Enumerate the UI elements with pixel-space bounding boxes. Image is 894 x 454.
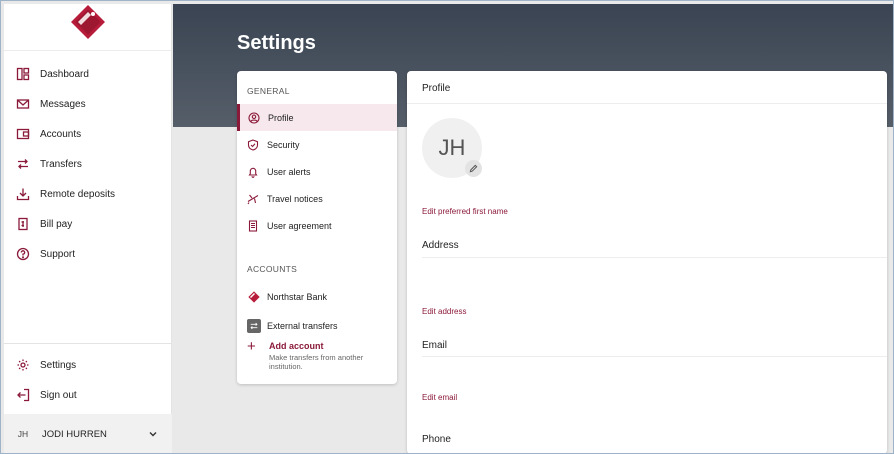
nav-label: Dashboard: [40, 68, 89, 80]
sign-out-icon: [16, 388, 30, 402]
settings-item-label: External transfers: [267, 320, 338, 331]
airplane-icon: [247, 193, 259, 205]
nav-label: Accounts: [40, 128, 82, 140]
mail-icon: [16, 97, 30, 111]
avatar: JH: [12, 423, 34, 445]
nav-label: Bill pay: [40, 218, 73, 230]
settings-item-label: Northstar Bank: [267, 291, 328, 302]
user-name: JODI HURREN: [42, 428, 107, 440]
transfer-arrows-icon: [16, 157, 30, 171]
page-title: Settings: [237, 32, 316, 54]
bank-logo[interactable]: [68, 4, 108, 44]
nav-remote-deposits[interactable]: Remote deposits: [4, 179, 171, 209]
edit-first-name-link[interactable]: Edit preferred first name: [422, 207, 508, 216]
nav-support[interactable]: Support: [4, 239, 171, 269]
nav-label: Settings: [40, 359, 77, 371]
settings-item-label: Profile: [268, 112, 294, 123]
nav-label: Transfers: [40, 158, 82, 170]
section-label-general: GENERAL: [247, 86, 290, 96]
email-title: Email: [422, 340, 448, 351]
divider: [422, 356, 887, 357]
profile-card: Profile JH Edit preferred first name Add…: [407, 71, 887, 454]
settings-item-external-transfers[interactable]: External transfers: [237, 312, 397, 339]
edit-address-link[interactable]: Edit address: [422, 307, 466, 316]
download-icon: [16, 187, 30, 201]
add-account-label: Add account: [269, 341, 324, 351]
phone-title: Phone: [422, 434, 451, 445]
nav-messages[interactable]: Messages: [4, 89, 171, 119]
edit-email-link[interactable]: Edit email: [422, 393, 457, 402]
bell-icon: [247, 166, 259, 178]
help-icon: [16, 247, 30, 261]
nav-dashboard[interactable]: Dashboard: [4, 59, 171, 89]
settings-item-label: Travel notices: [267, 193, 323, 204]
external-transfer-icon: [247, 318, 261, 333]
settings-item-security[interactable]: Security: [237, 131, 397, 158]
bank-logo-icon: [247, 290, 261, 304]
address-title: Address: [422, 240, 459, 251]
plus-icon: +: [247, 338, 256, 355]
nav-accounts[interactable]: Accounts: [4, 119, 171, 149]
sidebar: Dashboard Messages Accounts Transfers Re…: [4, 4, 172, 454]
bill-icon: [16, 217, 30, 231]
settings-item-northstar-bank[interactable]: Northstar Bank: [237, 283, 397, 310]
profile-header: Profile: [407, 71, 887, 104]
settings-item-profile[interactable]: Profile: [237, 104, 397, 131]
user-menu[interactable]: JH JODI HURREN: [4, 414, 172, 454]
wallet-icon: [16, 127, 30, 141]
sidebar-bottom: Settings Sign out JH JODI HURREN: [4, 343, 172, 454]
nav-label: Support: [40, 248, 76, 260]
edit-avatar-button[interactable]: [465, 160, 482, 177]
dashboard-icon: [16, 67, 30, 81]
chevron-down-icon: [149, 432, 157, 437]
nav-label: Sign out: [40, 389, 77, 401]
add-account-button[interactable]: + Add account Make transfers from anothe…: [237, 338, 397, 371]
nav-bill-pay[interactable]: Bill pay: [4, 209, 171, 239]
shield-icon: [247, 138, 259, 151]
section-label-accounts: ACCOUNTS: [247, 264, 298, 274]
user-circle-icon: [248, 111, 260, 124]
pencil-icon: [469, 164, 478, 173]
settings-item-travel-notices[interactable]: Travel notices: [237, 185, 397, 212]
nav-settings[interactable]: Settings: [4, 350, 172, 380]
nav-sign-out[interactable]: Sign out: [4, 380, 172, 410]
settings-item-label: User agreement: [267, 220, 332, 231]
logo-area: [4, 4, 171, 50]
add-account-description: Make transfers from another institution.: [269, 353, 364, 371]
settings-nav-card: GENERAL Profile Security User alerts Tra…: [237, 71, 397, 384]
settings-item-label: User alerts: [267, 166, 311, 177]
nav-transfers[interactable]: Transfers: [4, 149, 171, 179]
settings-item-user-alerts[interactable]: User alerts: [237, 158, 397, 185]
main-nav: Dashboard Messages Accounts Transfers Re…: [4, 59, 171, 269]
settings-item-label: Security: [267, 139, 300, 150]
nav-label: Messages: [40, 98, 86, 110]
divider: [422, 257, 887, 258]
nav-label: Remote deposits: [40, 188, 116, 200]
document-icon: [247, 219, 259, 232]
gear-icon: [16, 358, 30, 372]
settings-item-user-agreement[interactable]: User agreement: [237, 212, 397, 239]
